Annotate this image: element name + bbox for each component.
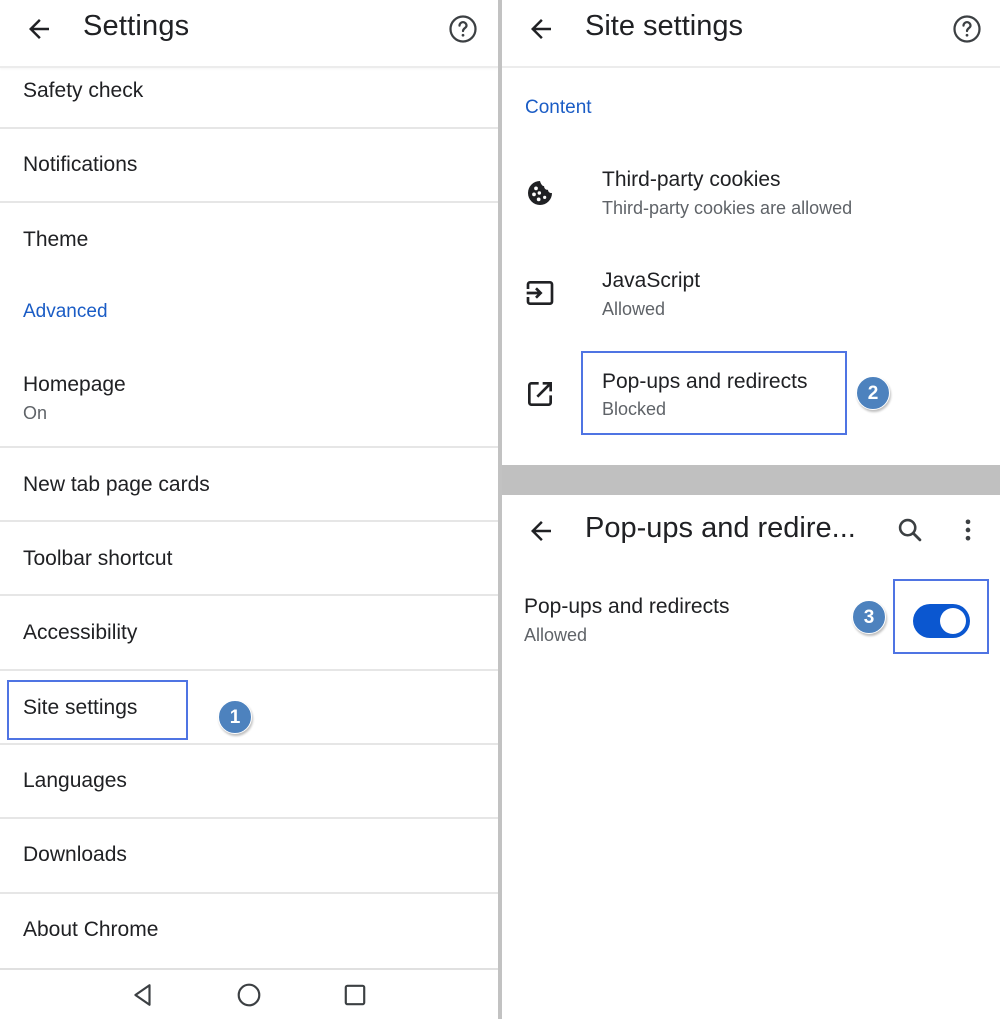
settings-item-downloads[interactable]: Downloads [0, 819, 498, 894]
settings-item-toolbar-shortcut[interactable]: Toolbar shortcut [0, 522, 498, 596]
item-label: Pop-ups and redirects [602, 370, 808, 393]
item-label: Homepage [23, 373, 126, 396]
toggle-knob [940, 608, 966, 634]
nav-home-circle-icon[interactable] [236, 982, 262, 1008]
site-settings-panel: Site settings Content Third-party cookie… [502, 0, 1000, 1019]
nav-recents-square-icon[interactable] [342, 982, 368, 1008]
cookie-icon [528, 181, 552, 205]
open-in-new-icon [528, 382, 552, 406]
item-label: Third-party cookies [602, 168, 781, 191]
settings-item-about-chrome[interactable]: About Chrome [0, 894, 498, 968]
settings-item-languages[interactable]: Languages [0, 745, 498, 819]
site-setting-third-party-cookies[interactable]: Third-party cookies Third-party cookies … [502, 150, 1000, 238]
site-setting-javascript[interactable]: JavaScript Allowed [502, 251, 1000, 339]
page-title: Settings [83, 10, 190, 42]
item-label: Languages [23, 769, 127, 792]
screen-separator [502, 465, 1000, 495]
nav-back-triangle-icon[interactable] [130, 982, 156, 1008]
item-status: Third-party cookies are allowed [602, 198, 853, 218]
item-label: Toolbar shortcut [23, 547, 173, 570]
setting-label: Pop-ups and redirects [524, 595, 730, 618]
item-label: About Chrome [23, 918, 159, 941]
page-title: Site settings [585, 10, 743, 42]
item-label: Accessibility [23, 621, 138, 644]
step-badge-1: 1 [218, 700, 252, 734]
section-header-advanced: Advanced [23, 301, 108, 322]
settings-item-safety-check[interactable]: Safety check [0, 70, 498, 129]
popups-toggle-switch[interactable] [913, 604, 970, 638]
step-badge-2: 2 [856, 376, 890, 410]
arrow-back-icon[interactable] [526, 516, 556, 546]
arrow-back-icon[interactable] [24, 14, 54, 44]
setting-status: Allowed [524, 625, 588, 645]
settings-panel: Settings Safety check Notifications Them… [0, 0, 498, 1019]
item-label: Safety check [23, 79, 144, 102]
popups-setting-row[interactable]: Pop-ups and redirects Allowed [502, 580, 1000, 660]
item-label: Site settings [23, 696, 138, 719]
site-settings-app-bar: Site settings [502, 0, 1000, 68]
item-label: New tab page cards [23, 473, 210, 496]
settings-item-homepage[interactable]: Homepage On [0, 350, 498, 448]
item-status: Allowed [602, 299, 666, 319]
popups-app-bar: Pop-ups and redire... [502, 495, 1000, 567]
settings-item-theme[interactable]: Theme [0, 203, 498, 277]
item-label: Notifications [23, 153, 138, 176]
item-label: JavaScript [602, 269, 701, 292]
more-vert-icon[interactable] [954, 516, 982, 544]
item-label: Downloads [23, 843, 127, 866]
page-title: Pop-ups and redire... [585, 512, 856, 544]
section-header-content: Content [525, 97, 592, 118]
settings-item-new-tab-page-cards[interactable]: New tab page cards [0, 448, 498, 522]
item-label: Theme [23, 228, 89, 251]
step-badge-3: 3 [852, 600, 886, 634]
javascript-input-icon [526, 281, 554, 305]
site-setting-popups-and-redirects[interactable]: Pop-ups and redirects Blocked [502, 352, 1000, 440]
help-circle-icon[interactable] [952, 14, 982, 44]
search-icon[interactable] [896, 516, 924, 544]
help-circle-icon[interactable] [448, 14, 478, 44]
settings-item-accessibility[interactable]: Accessibility [0, 596, 498, 671]
item-status: On [23, 403, 48, 423]
settings-app-bar: Settings [0, 0, 498, 68]
system-nav-bar [0, 968, 498, 1019]
settings-item-notifications[interactable]: Notifications [0, 129, 498, 203]
arrow-back-icon[interactable] [526, 14, 556, 44]
item-status: Blocked [602, 399, 667, 419]
